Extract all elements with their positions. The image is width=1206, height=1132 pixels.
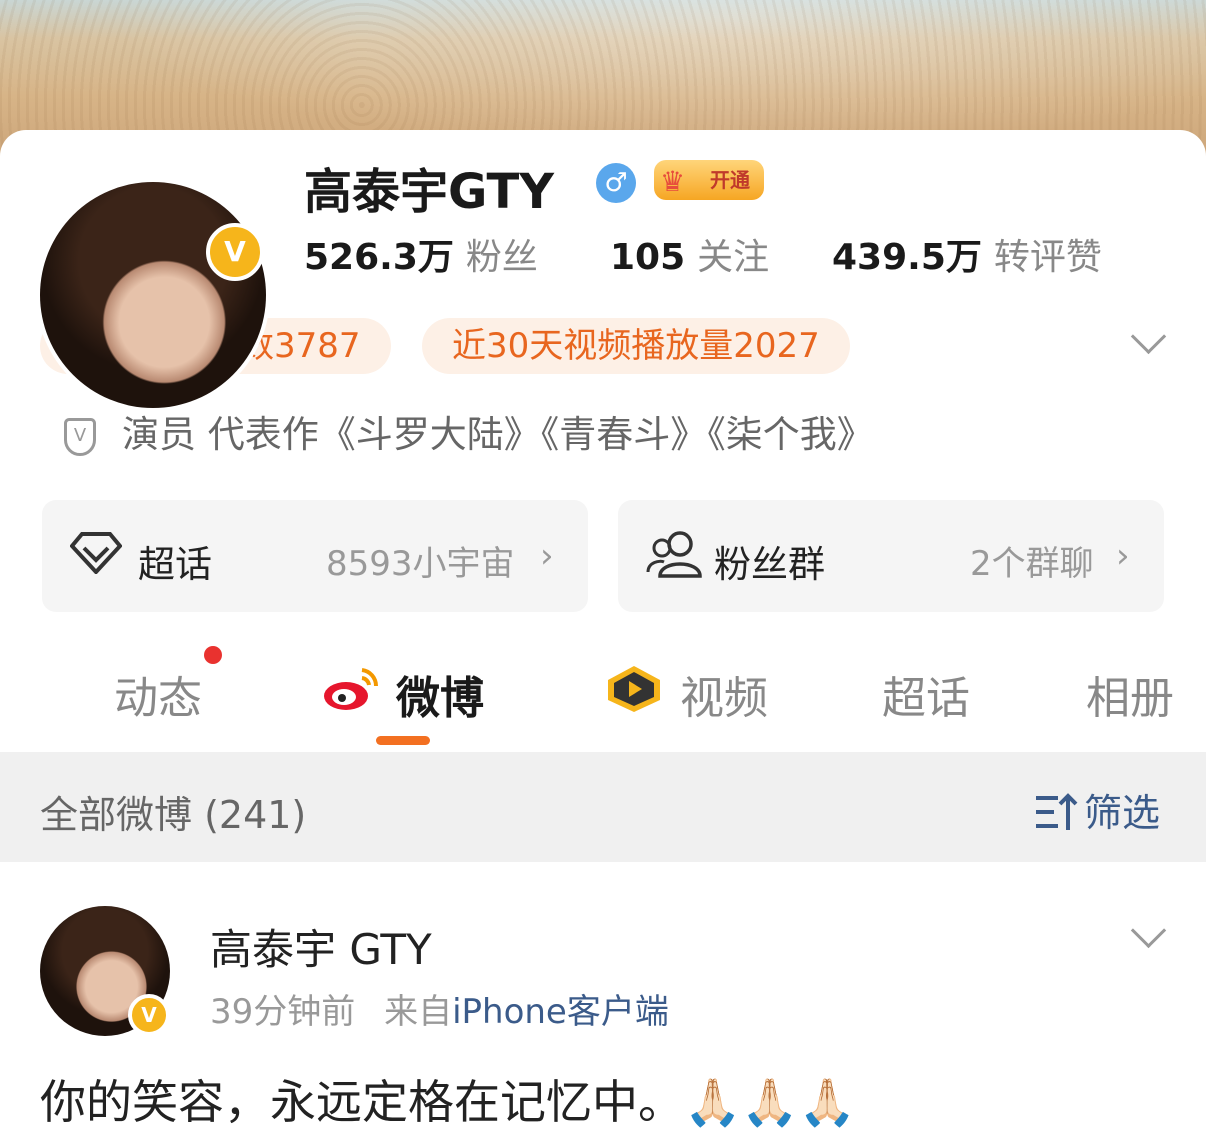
stat-label: 关注: [697, 237, 770, 278]
tab-album[interactable]: 相册: [1086, 662, 1174, 726]
profile-bio: V 演员 代表作《斗罗大陆》《青春斗》《柒个我》: [64, 404, 874, 458]
video-logo-icon: [608, 666, 660, 712]
post-time: 39分钟前: [210, 992, 356, 1032]
profile-name: 高泰宇GTY: [304, 164, 555, 220]
tab-super-topic[interactable]: 超话: [882, 662, 970, 726]
post-meta: 39分钟前 来自iPhone客户端: [210, 984, 669, 1033]
fan-group-title: 粉丝群: [714, 543, 825, 586]
notification-dot: [204, 646, 222, 664]
stat-followers[interactable]: 526.3万 粉丝: [304, 228, 538, 280]
filter-button[interactable]: 筛选: [1034, 782, 1160, 837]
fan-group-meta: 2个群聊: [970, 544, 1094, 584]
crown-icon: ♛: [660, 165, 686, 198]
bio-text: 演员 代表作《斗罗大陆》《青春斗》《柒个我》: [122, 413, 874, 456]
post-menu-chevron-down-icon[interactable]: [1130, 912, 1167, 949]
diamond-icon: [69, 530, 123, 585]
avatar-photo: [40, 182, 266, 408]
chevron-right-icon: ›: [1116, 536, 1130, 576]
stat-following[interactable]: 105 关注: [610, 228, 769, 280]
super-topic-title: 超话: [138, 543, 212, 586]
tag-video-plays[interactable]: 近30天视频播放量2027: [422, 318, 850, 374]
profile-avatar[interactable]: [36, 178, 270, 412]
vip-open-button[interactable]: ♛ 开通: [654, 160, 764, 200]
shield-icon: V: [64, 417, 96, 456]
weibo-logo-icon: [324, 668, 379, 710]
post-author[interactable]: 高泰宇 GTY: [210, 916, 432, 977]
stat-label: 粉丝: [465, 237, 538, 278]
male-gender-icon: ♂: [596, 163, 636, 203]
post-text: 你的笑容，永远定格在记忆中。🙏🏻🙏🏻🙏🏻: [40, 1075, 856, 1129]
filter-label: 筛选: [1083, 791, 1160, 835]
verified-badge-icon: V: [206, 223, 264, 281]
fan-group-card[interactable]: 粉丝群 2个群聊 ›: [618, 500, 1164, 612]
post-source-prefix: 来自: [384, 992, 453, 1032]
group-icon: [646, 530, 702, 589]
stat-value: 105: [610, 237, 686, 278]
tab-feed[interactable]: 动态: [114, 662, 202, 726]
active-tab-indicator: [376, 736, 430, 745]
post-source[interactable]: iPhone客户端: [452, 992, 669, 1032]
super-topic-meta: 8593小宇宙: [326, 544, 515, 584]
filter-icon: [1035, 793, 1078, 830]
all-posts-label[interactable]: 全部微博 (241): [40, 784, 306, 839]
stat-label: 转评赞: [993, 237, 1102, 278]
vip-open-label: 开通: [710, 168, 750, 192]
stat-likes[interactable]: 439.5万 转评赞: [832, 228, 1102, 280]
chevron-right-icon: ›: [540, 536, 554, 576]
verified-badge-icon: V: [128, 994, 170, 1036]
tab-weibo[interactable]: 微博: [396, 662, 484, 726]
stat-value: 439.5万: [832, 237, 982, 278]
stat-value: 526.3万: [304, 237, 454, 278]
filter-bar: 全部微博 (241) 筛选: [0, 752, 1206, 862]
tab-video[interactable]: 视频: [680, 662, 768, 726]
super-topic-card[interactable]: 超话 8593小宇宙 ›: [42, 500, 588, 612]
